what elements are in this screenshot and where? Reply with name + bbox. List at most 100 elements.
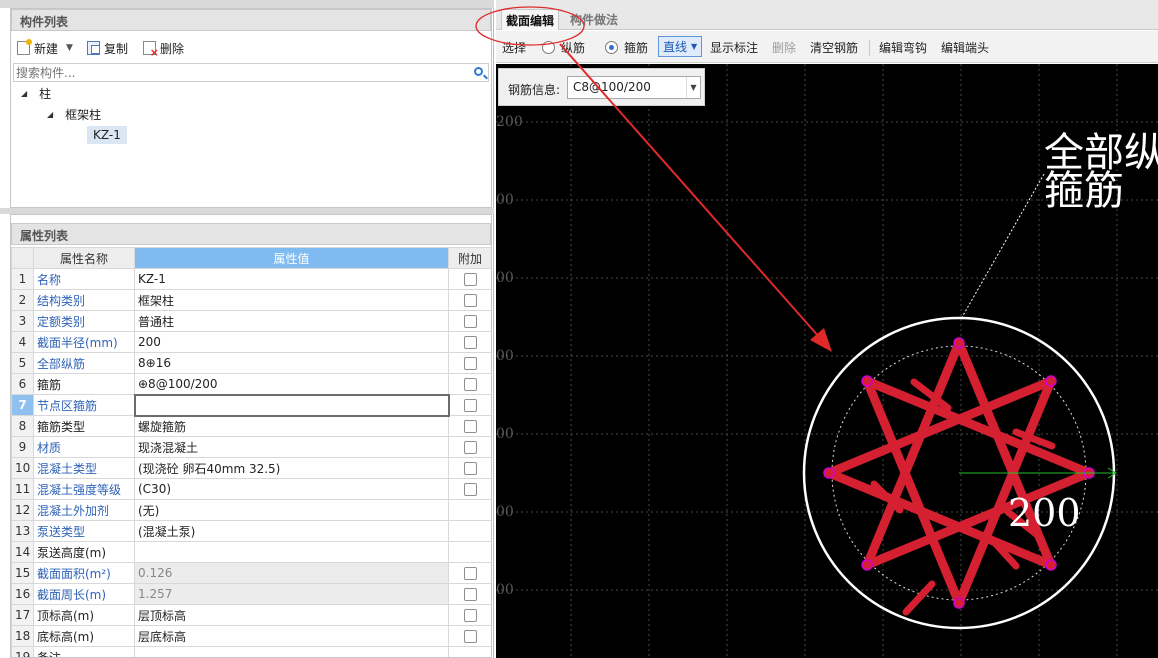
stirrup-rebars[interactable] (824, 338, 1094, 616)
new-button[interactable]: 新建 ▼ (17, 39, 73, 57)
property-value[interactable]: 层顶标高 (134, 604, 449, 626)
annotation-leader-line (960, 173, 1045, 320)
property-row[interactable]: 14 泵送高度(m) (11, 541, 491, 563)
property-row[interactable]: 7 节点区箍筋 (11, 393, 491, 417)
checkbox[interactable] (463, 378, 477, 391)
property-value[interactable]: 框架柱 (134, 289, 449, 311)
tree-node-column[interactable]: ◢ 柱 (21, 83, 51, 103)
property-value[interactable]: 层底标高 (134, 625, 449, 647)
checkbox[interactable] (463, 336, 477, 349)
extra-cell (448, 562, 491, 584)
expand-triangle-icon[interactable]: ◢ (21, 89, 27, 98)
tree-node-kz1[interactable]: KZ-1 (87, 125, 127, 145)
property-value[interactable]: 现浇混凝土 (134, 436, 449, 458)
property-name: 全部纵筋 (33, 352, 135, 374)
property-row[interactable]: 11 混凝土强度等级 (C30) (11, 478, 491, 500)
tab-section-edit[interactable]: 截面编辑 (501, 9, 560, 30)
property-name: 节点区箍筋 (33, 394, 135, 416)
property-row[interactable]: 9 材质 现浇混凝土 (11, 436, 491, 458)
extra-cell (448, 289, 491, 311)
checkbox[interactable] (463, 483, 477, 496)
property-row[interactable]: 17 顶标高(m) 层顶标高 (11, 604, 491, 626)
search-icon[interactable] (474, 67, 483, 76)
property-row[interactable]: 19 备注 (11, 646, 491, 657)
property-value[interactable]: 普通柱 (134, 310, 449, 332)
checkbox[interactable] (463, 567, 477, 580)
property-name-header[interactable]: 属性名称 (33, 247, 135, 269)
property-value[interactable]: KZ-1 (134, 268, 449, 290)
property-row[interactable]: 15 截面面积(m²) 0.126 (11, 562, 491, 584)
chevron-down-icon[interactable]: ▼ (686, 77, 700, 98)
property-name: 混凝土类型 (33, 457, 135, 479)
chevron-down-icon[interactable]: ▼ (66, 43, 73, 53)
property-value[interactable] (133, 393, 450, 417)
copy-button[interactable]: 复制 (87, 39, 128, 57)
section-drawing[interactable]: 200000000000000 全部纵 箍筋 200 (496, 64, 1158, 658)
property-value[interactable]: (混凝土泵) (134, 520, 449, 542)
checkbox[interactable] (463, 609, 477, 622)
checkbox[interactable] (463, 462, 477, 475)
expand-triangle-icon[interactable]: ◢ (47, 110, 53, 119)
property-value[interactable]: 1.257 (134, 583, 449, 605)
checkbox[interactable] (463, 357, 477, 370)
rebar-info-select[interactable]: C8@100/200 ▼ (567, 76, 701, 99)
property-row[interactable]: 3 定额类别 普通柱 (11, 310, 491, 332)
property-row[interactable]: 16 截面周长(m) 1.257 (11, 583, 491, 605)
property-row[interactable]: 18 底标高(m) 层底标高 (11, 625, 491, 647)
property-value[interactable]: 8⊕16 (134, 352, 449, 374)
property-value[interactable] (134, 646, 449, 657)
checkbox[interactable] (463, 399, 477, 412)
extra-header[interactable]: 附加 (448, 247, 491, 269)
checkbox[interactable] (463, 294, 477, 307)
property-list-title: 属性列表 (20, 229, 69, 243)
property-value[interactable]: 螺旋箍筋 (134, 415, 449, 437)
delete-rebar-button[interactable]: 删除 (772, 39, 796, 56)
rebar-info-bar: 钢筋信息: C8@100/200 ▼ (498, 68, 705, 106)
tree-node-frame-column[interactable]: ◢ 框架柱 (47, 104, 101, 124)
show-annotation-button[interactable]: 显示标注 (710, 39, 758, 56)
checkbox[interactable] (463, 588, 477, 601)
checkbox[interactable] (463, 630, 477, 643)
property-value-header[interactable]: 属性值 (134, 247, 449, 269)
property-value[interactable]: 200 (134, 331, 449, 353)
clear-rebar-button[interactable]: 清空钢筋 (810, 39, 858, 56)
property-name: 材质 (33, 436, 135, 458)
property-value[interactable]: (无) (134, 499, 449, 521)
checkbox[interactable] (463, 315, 477, 328)
search-input[interactable] (14, 64, 454, 81)
longitudinal-radio[interactable]: 纵筋 (542, 39, 585, 56)
component-search[interactable] (13, 63, 489, 82)
edit-end-button[interactable]: 编辑端头 (941, 39, 989, 56)
property-value[interactable]: ⊕8@100/200 (134, 373, 449, 395)
radio-off-icon[interactable] (542, 41, 555, 54)
line-mode-dropdown[interactable]: 直线 ▼ (658, 36, 703, 57)
stirrup-hook[interactable] (902, 580, 936, 616)
property-row[interactable]: 1 名称 KZ-1 (11, 268, 491, 290)
select-button[interactable]: 选择 (502, 39, 526, 56)
property-row[interactable]: 8 箍筋类型 螺旋箍筋 (11, 415, 491, 437)
property-value[interactable]: 0.126 (134, 562, 449, 584)
edit-hook-button[interactable]: 编辑弯钩 (879, 39, 927, 56)
delete-button[interactable]: 删除 (143, 39, 184, 58)
property-value[interactable] (134, 541, 449, 563)
stirrup-radio[interactable]: 箍筋 (605, 39, 648, 56)
row-number: 16 (11, 583, 34, 605)
checkbox[interactable] (463, 273, 477, 286)
checkbox[interactable] (463, 420, 477, 433)
row-number: 10 (11, 457, 34, 479)
checkbox[interactable] (463, 441, 477, 454)
property-row[interactable]: 13 泵送类型 (混凝土泵) (11, 520, 491, 542)
property-row[interactable]: 12 混凝土外加剂 (无) (11, 499, 491, 521)
radio-on-icon[interactable] (605, 41, 618, 54)
property-row[interactable]: 10 混凝土类型 (现浇砼 卵石40mm 32.5) (11, 457, 491, 479)
tab-component-method[interactable]: 构件做法 (566, 9, 622, 30)
property-value[interactable]: (现浇砼 卵石40mm 32.5) (134, 457, 449, 479)
property-row[interactable]: 5 全部纵筋 8⊕16 (11, 352, 491, 374)
axis-tick-label: 00 (496, 192, 514, 208)
section-canvas[interactable]: 200 00 00 00 00 00 00 全部纵 箍筋 200 钢筋信息: C8@100/… (496, 64, 1158, 658)
property-value[interactable]: (C30) (134, 478, 449, 500)
new-file-icon (17, 39, 32, 55)
property-row[interactable]: 4 截面半径(mm) 200 (11, 331, 491, 353)
property-row[interactable]: 2 结构类别 框架柱 (11, 289, 491, 311)
property-row[interactable]: 6 箍筋 ⊕8@100/200 (11, 373, 491, 395)
